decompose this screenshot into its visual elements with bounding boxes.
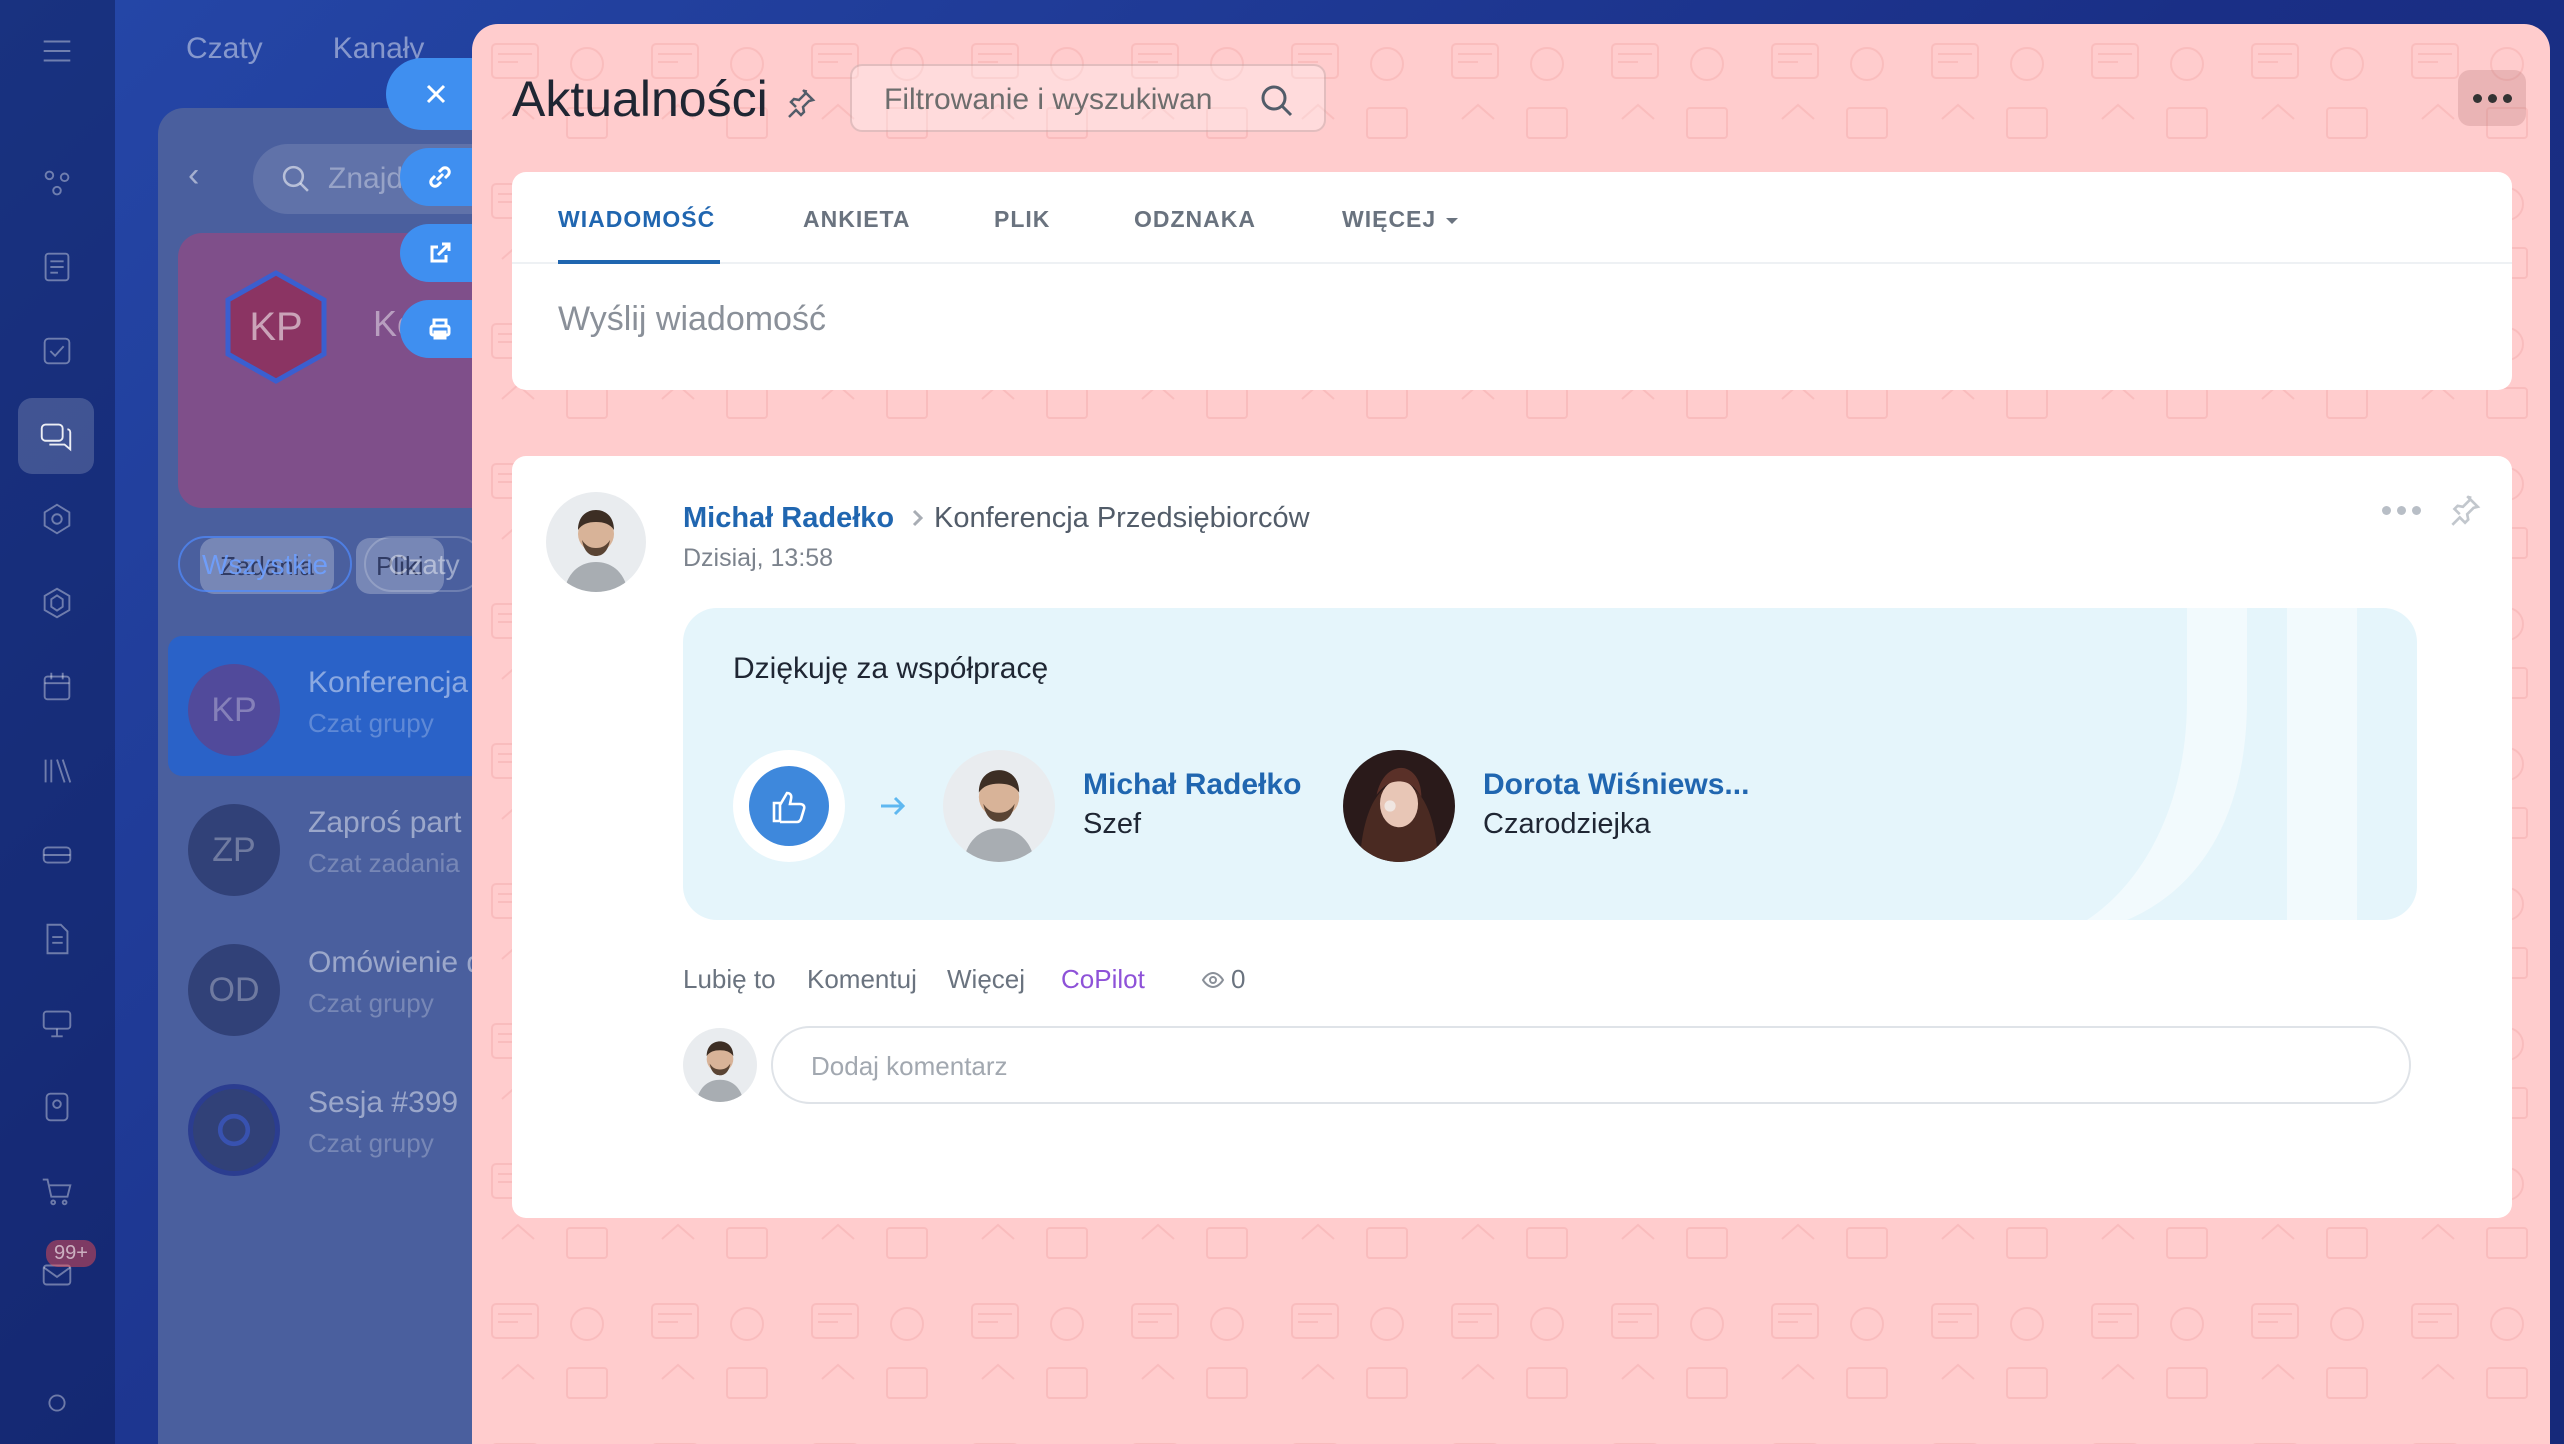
print-icon — [429, 318, 451, 340]
tab-message[interactable]: WIADOMOŚĆ — [558, 206, 715, 233]
messenger-icon[interactable] — [18, 398, 94, 474]
post-composer: WIADOMOŚĆ ANKIETA PLIK ODZNAKA WIĘCEJ Wy… — [512, 172, 2512, 390]
recipient-avatar[interactable] — [1343, 750, 1455, 862]
calendar-icon[interactable] — [30, 660, 84, 714]
arrow-right-icon — [881, 796, 906, 816]
filter-all[interactable]: Wszystkie — [178, 536, 352, 592]
tab-file[interactable]: PLIK — [994, 206, 1050, 233]
tasks-icon[interactable] — [30, 324, 84, 378]
dots-icon — [2472, 93, 2482, 103]
recipient-name[interactable]: Dorota Wiśniews... — [1483, 768, 1749, 802]
chat-item[interactable]: Sesja #399 Czat grupy — [168, 1056, 498, 1196]
person-avatar-icon — [546, 492, 646, 592]
more-actions-button[interactable]: Więcej — [947, 964, 1025, 995]
like-button[interactable]: Lubię to — [683, 964, 776, 995]
current-user-avatar — [683, 1028, 757, 1102]
session-icon — [217, 1113, 251, 1147]
post-menu-button[interactable] — [2379, 506, 2424, 515]
composer-input[interactable]: Wyślij wiadomość — [558, 300, 826, 339]
tab-poll[interactable]: ANKIETA — [803, 206, 911, 233]
chat-item[interactable]: OD Omówienie d Czat grupy — [168, 916, 498, 1056]
chat-item[interactable]: ZP Zaproś part Czat zadania — [168, 776, 498, 916]
filter-chats[interactable]: Czaty — [364, 536, 484, 592]
post-timestamp[interactable]: Dzisiaj, 13:58 — [683, 544, 833, 573]
page-title: Aktualności — [512, 71, 768, 127]
search-icon[interactable] — [1258, 82, 1296, 120]
kudos-decoration — [2087, 608, 2357, 920]
composer-tabs: WIADOMOŚĆ ANKIETA PLIK ODZNAKA WIĘCEJ — [512, 172, 2512, 264]
filter-search-input[interactable] — [882, 80, 1242, 120]
sender-role: Szef — [1083, 808, 1142, 840]
person-avatar-icon — [683, 1028, 757, 1102]
link-icon — [429, 166, 451, 188]
external-link-icon — [430, 242, 451, 263]
caret-down-icon — [1446, 217, 1459, 224]
crm-icon[interactable] — [30, 156, 84, 210]
comment-input[interactable] — [809, 1048, 2309, 1084]
comment-button[interactable]: Komentuj — [807, 964, 917, 995]
copy-link-button[interactable] — [400, 148, 480, 206]
print-button[interactable] — [400, 300, 480, 358]
back-chevron-icon[interactable]: ‹ — [188, 156, 199, 195]
copilot-button[interactable]: CoPilot — [1061, 964, 1145, 995]
more-options-button[interactable] — [2458, 70, 2526, 126]
filter-search-box — [850, 64, 1326, 132]
close-icon — [426, 84, 446, 104]
tab-more[interactable]: WIĘCEJ — [1342, 206, 1459, 233]
open-new-window-button[interactable] — [400, 224, 480, 282]
feed-icon[interactable] — [30, 240, 84, 294]
knowledge-icon[interactable] — [30, 744, 84, 798]
cart-icon[interactable] — [30, 1164, 84, 1218]
author-avatar[interactable] — [546, 492, 646, 592]
sites-icon[interactable] — [30, 576, 84, 630]
kudos-card: Dziękuję za współpracę Michał Radełko Sz… — [683, 608, 2417, 920]
contacts-icon[interactable] — [30, 1080, 84, 1134]
comment-box — [771, 1026, 2411, 1104]
news-slider: Aktualności WIADOMOŚĆ ANKIETA PLIK ODZNA… — [472, 24, 2550, 1444]
views-counter[interactable]: 0 — [1201, 964, 1245, 995]
sender-name[interactable]: Michał Radełko — [1083, 768, 1301, 802]
close-slider-button[interactable] — [386, 58, 486, 130]
tab-badge[interactable]: ODZNAKA — [1134, 206, 1256, 233]
feed-post: Michał Radełko Konferencja Przedsiębiorc… — [512, 456, 2512, 1218]
kudos-badge — [733, 750, 845, 862]
recipient-role: Czarodziejka — [1483, 808, 1651, 840]
left-rail: 99+ — [0, 0, 115, 1444]
post-pin-icon[interactable] — [2446, 492, 2482, 528]
sender-avatar[interactable] — [943, 750, 1055, 862]
active-tab-indicator — [558, 260, 720, 264]
automation-icon[interactable] — [30, 492, 84, 546]
person-avatar-icon — [1343, 750, 1455, 862]
post-destination[interactable]: Konferencja Przedsiębiorców — [934, 502, 1310, 535]
drive-icon[interactable] — [30, 828, 84, 882]
thumbs-up-icon — [772, 791, 806, 824]
kudos-message: Dziękuję za współpracę — [733, 652, 1049, 685]
person-avatar-icon — [943, 750, 1055, 862]
documents-icon[interactable] — [30, 912, 84, 966]
settings-icon[interactable] — [30, 1376, 84, 1430]
conference-icon[interactable] — [30, 996, 84, 1050]
nav-chats[interactable]: Czaty — [186, 32, 263, 66]
chat-item[interactable]: KP Konferencja Czat grupy — [168, 636, 498, 776]
menu-icon[interactable] — [30, 24, 84, 78]
chevron-right-icon — [912, 509, 924, 527]
eye-icon — [1201, 971, 1225, 988]
dots-icon — [2382, 506, 2391, 515]
mail-badge: 99+ — [46, 1240, 96, 1267]
post-author-link[interactable]: Michał Radełko — [683, 502, 894, 535]
pin-icon[interactable] — [783, 86, 817, 120]
